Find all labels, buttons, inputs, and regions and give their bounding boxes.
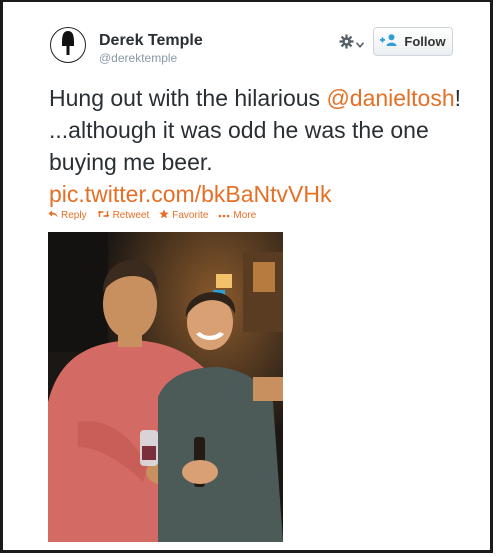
follow-label: Follow — [404, 34, 446, 49]
reply-button[interactable]: Reply — [48, 209, 87, 222]
author-name[interactable]: Derek Temple — [99, 32, 203, 50]
author-handle[interactable]: @derektemple — [99, 51, 177, 65]
tweet-text-part1: Hung out with the hilarious — [49, 85, 327, 111]
follow-button[interactable]: Follow — [373, 27, 453, 56]
settings-menu-button[interactable] — [339, 34, 365, 54]
retweet-icon — [97, 210, 110, 221]
mention-link[interactable]: @danieltosh — [326, 85, 454, 111]
favorite-label: Favorite — [172, 210, 209, 221]
more-button[interactable]: More — [218, 209, 256, 222]
retweet-button[interactable]: Retweet — [97, 209, 150, 222]
more-label: More — [233, 210, 257, 221]
tweet-card: Derek Temple @derektemple Follow Hung ou… — [0, 0, 493, 553]
chevron-down-icon — [355, 35, 365, 53]
retweet-label: Retweet — [112, 210, 150, 221]
reply-arrow-icon — [48, 210, 58, 221]
add-user-icon — [380, 34, 398, 49]
tweet-actions: Reply Retweet Favorite More — [48, 209, 256, 222]
tweet-photo[interactable] — [48, 232, 283, 542]
tweet-text: Hung out with the hilarious @danieltosh!… — [49, 82, 469, 210]
avatar[interactable] — [50, 27, 86, 63]
media-link[interactable]: pic.twitter.com/bkBaNtvVHk — [49, 181, 331, 207]
photo-illustration — [48, 232, 283, 542]
popsicle-icon — [58, 30, 78, 61]
gear-icon — [339, 34, 354, 54]
ellipsis-icon — [218, 210, 230, 221]
favorite-button[interactable]: Favorite — [159, 209, 208, 222]
star-icon — [159, 209, 169, 222]
reply-label: Reply — [61, 210, 87, 221]
